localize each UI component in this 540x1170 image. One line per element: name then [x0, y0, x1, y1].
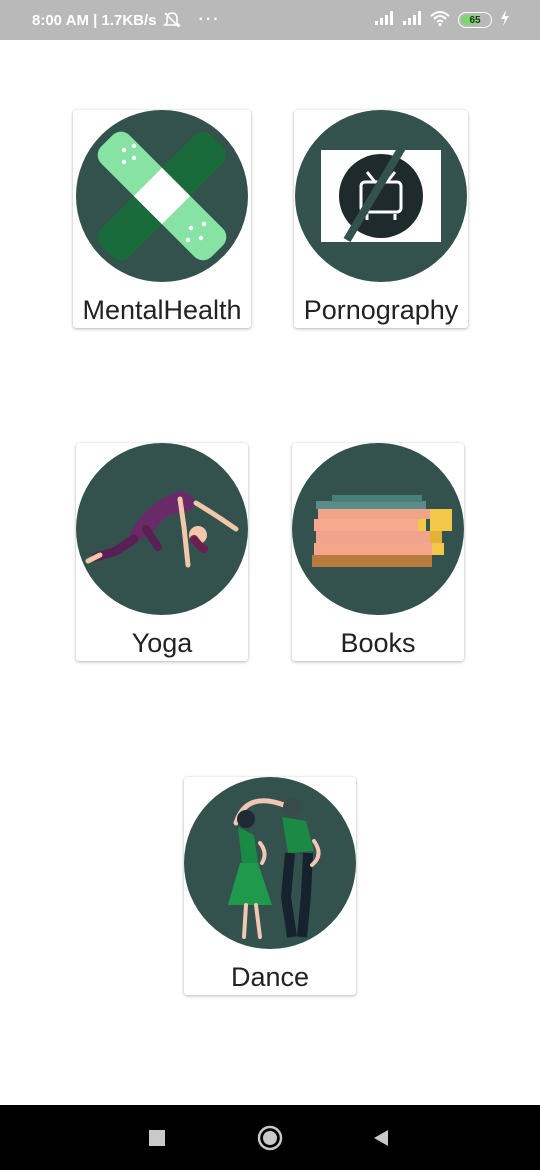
status-left: 8:00 AM | 1.7KB/s ··· — [32, 0, 221, 40]
category-label: Dance — [230, 962, 310, 992]
category-card-dance[interactable]: Dance — [184, 777, 356, 995]
overflow-dots: ··· — [198, 11, 221, 28]
status-bar: 8:00 AM | 1.7KB/s ··· 65 — [0, 0, 540, 40]
category-label: MentalHealth — [82, 295, 242, 325]
status-right: 65 — [374, 0, 510, 40]
category-card-yoga[interactable]: Yoga — [76, 443, 248, 661]
yoga-pose-icon — [76, 443, 248, 615]
category-card-mental-health[interactable]: MentalHealth — [73, 110, 251, 328]
back-triangle-icon[interactable] — [356, 1105, 406, 1170]
signal-icon — [374, 10, 394, 30]
bandage-icon — [76, 110, 248, 282]
battery-icon: 65 — [458, 12, 492, 28]
home-circle-icon[interactable] — [245, 1105, 295, 1170]
category-label: Pornography — [303, 295, 459, 325]
navigation-bar — [0, 1105, 540, 1170]
wifi-icon — [430, 10, 450, 31]
signal-icon — [402, 10, 422, 30]
status-time-speed: 8:00 AM | 1.7KB/s — [32, 11, 157, 29]
category-card-pornography[interactable]: Pornography — [294, 110, 468, 328]
dancing-couple-icon — [184, 777, 356, 949]
charging-icon — [500, 9, 510, 31]
recents-square-icon[interactable] — [132, 1105, 182, 1170]
battery-level: 65 — [469, 14, 481, 26]
category-card-books[interactable]: Books — [292, 443, 464, 661]
category-label: Books — [340, 628, 416, 658]
book-stack-icon — [292, 443, 464, 615]
no-tv-icon — [295, 110, 467, 282]
mute-alarm-icon — [162, 11, 181, 29]
category-label: Yoga — [131, 628, 193, 658]
